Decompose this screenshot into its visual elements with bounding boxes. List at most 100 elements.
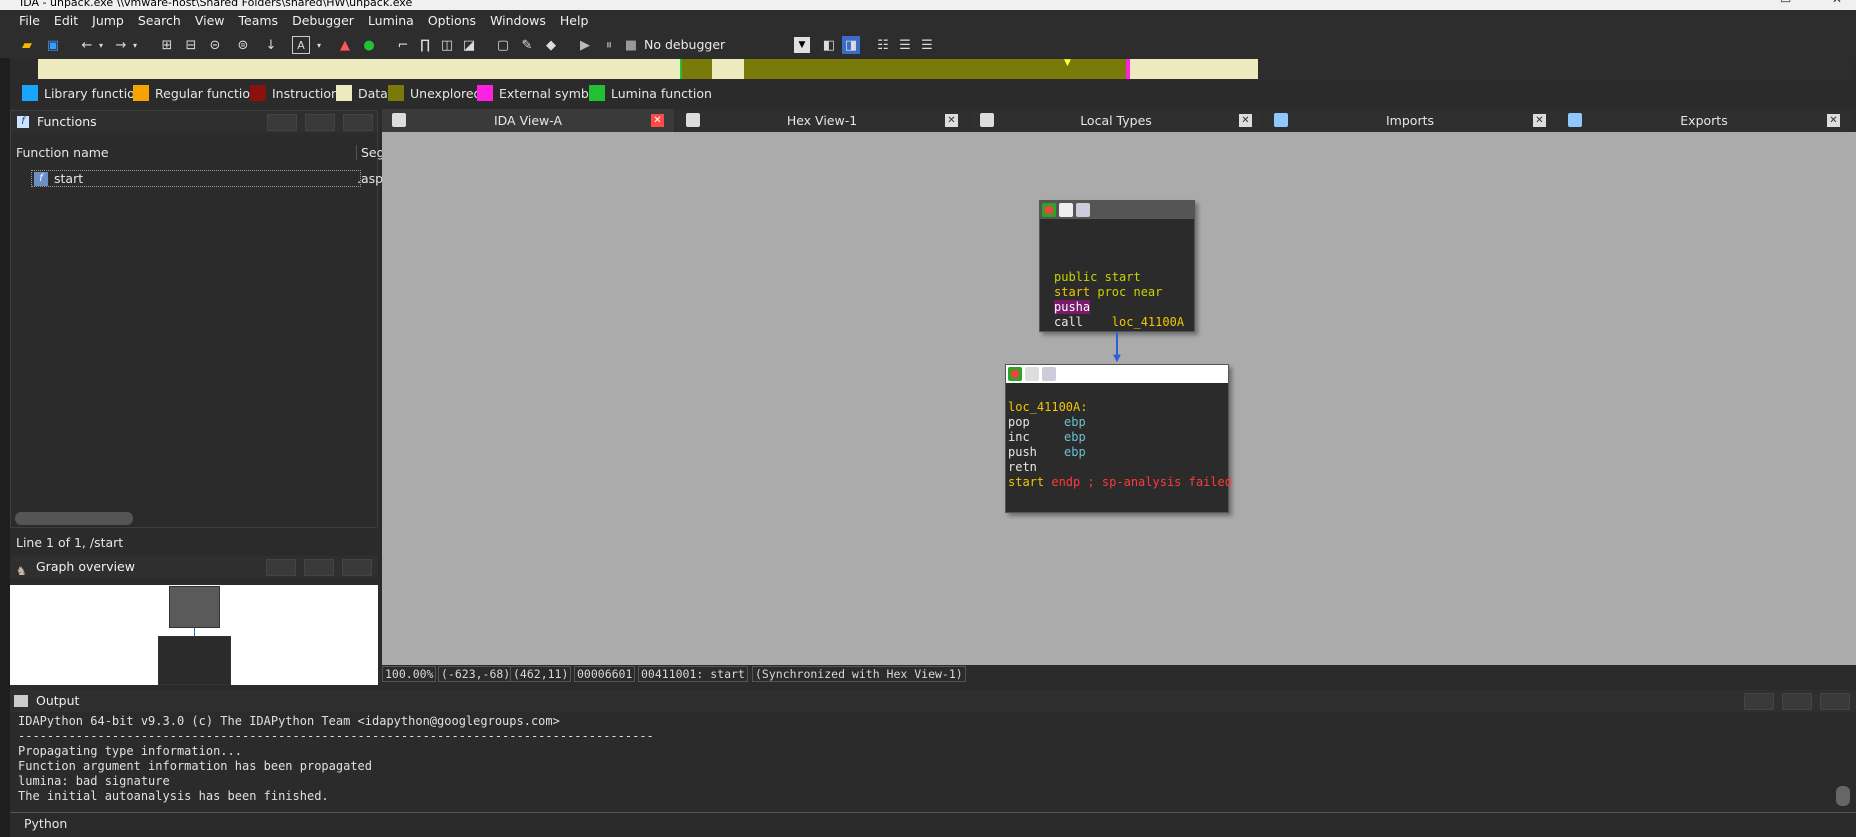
code-line[interactable]: inc ebp: [1008, 430, 1228, 445]
code-line[interactable]: loc_41100A:: [1008, 400, 1228, 415]
graph-node-start[interactable]: public start start proc near pusha call …: [1039, 200, 1195, 332]
graph-view[interactable]: public start start proc near pusha call …: [382, 132, 1856, 665]
menu-jump[interactable]: Jump: [85, 10, 131, 32]
maximize-icon[interactable]: ▭: [1780, 0, 1791, 5]
overview-node-1: [169, 586, 220, 628]
code-line[interactable]: pusha: [1054, 300, 1194, 315]
menu-lumina[interactable]: Lumina: [361, 10, 421, 32]
close-icon[interactable]: ✕: [1533, 114, 1546, 127]
tab-local-types[interactable]: Local Types ✕: [970, 109, 1262, 132]
mark-icon[interactable]: ▲: [336, 36, 354, 54]
menu-windows[interactable]: Windows: [483, 10, 553, 32]
pause-icon[interactable]: ⏸: [600, 36, 618, 54]
menu-help[interactable]: Help: [553, 10, 596, 32]
close-window-icon[interactable]: ✕: [1832, 0, 1842, 5]
code-line[interactable]: start endp ; sp-analysis failed: [1008, 475, 1232, 490]
menu-file[interactable]: File: [12, 10, 47, 32]
graph-icon[interactable]: [1076, 203, 1090, 217]
graph-icon[interactable]: [1042, 367, 1056, 381]
panel-float-button[interactable]: [267, 114, 297, 131]
forward-dropdown-icon[interactable]: ▾: [126, 36, 144, 54]
chevron-down-icon[interactable]: ▼: [794, 37, 810, 53]
lumina-icon[interactable]: ●: [360, 36, 378, 54]
panel-close-button[interactable]: [342, 559, 372, 576]
tab-imports[interactable]: Imports ✕: [1264, 109, 1556, 132]
panel-float-button[interactable]: [1744, 693, 1774, 710]
menu-search[interactable]: Search: [131, 10, 188, 32]
text-mode-icon[interactable]: A: [292, 36, 310, 54]
title-bar: IDA - unpack.exe \\vmware-host\Shared Fo…: [0, 0, 1856, 10]
color-tool-2-icon[interactable]: ◨: [842, 36, 860, 54]
code-tool-4-icon[interactable]: ◪: [460, 36, 478, 54]
code-tool-2-icon[interactable]: ∏: [416, 36, 434, 54]
text-dropdown-icon[interactable]: ▾: [310, 36, 328, 54]
patch-icon[interactable]: ✎: [518, 36, 536, 54]
menu-options[interactable]: Options: [421, 10, 483, 32]
table-row[interactable]: f start: [31, 170, 361, 187]
code-line[interactable]: pop ebp: [1008, 415, 1228, 430]
nav-segment-data[interactable]: [38, 59, 680, 79]
output-line: The initial autoanalysis has been finish…: [18, 789, 329, 803]
color-tool-1-icon[interactable]: ◧: [820, 36, 838, 54]
graph-tool-2-icon[interactable]: ⊟: [182, 36, 200, 54]
graph-tool-4-icon[interactable]: ⊜: [234, 36, 252, 54]
stop-icon[interactable]: ■: [622, 36, 640, 54]
graph-node-loc-41100a[interactable]: loc_41100A: pop ebp inc ebp push ebp retn s…: [1005, 364, 1232, 513]
tab-hex-view-1[interactable]: Hex View-1 ✕: [676, 109, 968, 132]
output-text[interactable]: IDAPython 64-bit v9.3.0 (c) The IDAPytho…: [10, 714, 1856, 808]
code-tool-5-icon[interactable]: ▢: [494, 36, 512, 54]
navigation-band[interactable]: ▼: [38, 59, 1854, 80]
close-icon[interactable]: ✕: [1239, 114, 1252, 127]
back-dropdown-icon[interactable]: ▾: [92, 36, 110, 54]
exports-icon: [1568, 113, 1582, 127]
run-icon[interactable]: ▶: [576, 36, 594, 54]
debugger-select[interactable]: No debugger ▼: [640, 35, 810, 55]
panel-close-button[interactable]: [1820, 693, 1850, 710]
panel-undock-button[interactable]: [304, 559, 334, 576]
panel-close-button[interactable]: [343, 114, 373, 131]
close-icon[interactable]: ✕: [1827, 114, 1840, 127]
list-tool-3-icon[interactable]: ☰: [918, 36, 936, 54]
menu-debugger[interactable]: Debugger: [285, 10, 361, 32]
nav-segment-unexplored-1[interactable]: [682, 59, 712, 79]
code-tool-1-icon[interactable]: ⌐: [394, 36, 412, 54]
list-tool-1-icon[interactable]: ☷: [874, 36, 892, 54]
code-line[interactable]: public start: [1054, 270, 1194, 285]
nav-segment-data-3[interactable]: [1130, 59, 1258, 79]
breakpoint-icon[interactable]: ◆: [542, 36, 560, 54]
panel-undock-button[interactable]: [1782, 693, 1812, 710]
tab-ida-view-a[interactable]: IDA View-A ✕: [382, 109, 674, 132]
col-segment[interactable]: Seg: [356, 145, 385, 160]
code-line[interactable]: retn: [1008, 460, 1228, 475]
graph-tool-1-icon[interactable]: ⊞: [158, 36, 176, 54]
menu-teams[interactable]: Teams: [232, 10, 286, 32]
graph-overview-canvas[interactable]: [10, 585, 378, 685]
menu-edit[interactable]: Edit: [47, 10, 85, 32]
code-line[interactable]: push ebp: [1008, 445, 1228, 460]
close-icon[interactable]: ✕: [651, 114, 664, 127]
rename-icon[interactable]: [1025, 367, 1039, 381]
col-function-name[interactable]: Function name: [16, 145, 109, 160]
color-icon[interactable]: [1008, 367, 1022, 381]
step-icon[interactable]: ↓: [262, 36, 280, 54]
open-icon[interactable]: ▰: [18, 36, 36, 54]
menu-view[interactable]: View: [188, 10, 232, 32]
code-line[interactable]: start proc near: [1054, 285, 1194, 300]
list-tool-2-icon[interactable]: ☰: [896, 36, 914, 54]
code-line[interactable]: call loc_41100A: [1054, 315, 1194, 330]
vertical-scrollbar[interactable]: [1836, 786, 1850, 806]
tab-exports[interactable]: Exports ✕: [1558, 109, 1850, 132]
code-mnemonic: push: [1008, 445, 1037, 459]
code-tool-3-icon[interactable]: ◫: [438, 36, 456, 54]
python-tab[interactable]: Python: [24, 816, 67, 831]
panel-undock-button[interactable]: [305, 114, 335, 131]
rename-icon[interactable]: [1059, 203, 1073, 217]
legend-unexplored: Unexplored: [388, 83, 481, 103]
nav-segment-data-2[interactable]: [712, 59, 744, 79]
color-icon[interactable]: [1042, 203, 1056, 217]
horizontal-scrollbar[interactable]: [15, 512, 133, 525]
save-icon[interactable]: ▣: [44, 36, 62, 54]
panel-float-button[interactable]: [266, 559, 296, 576]
graph-tool-3-icon[interactable]: ⊝: [206, 36, 224, 54]
close-icon[interactable]: ✕: [945, 114, 958, 127]
